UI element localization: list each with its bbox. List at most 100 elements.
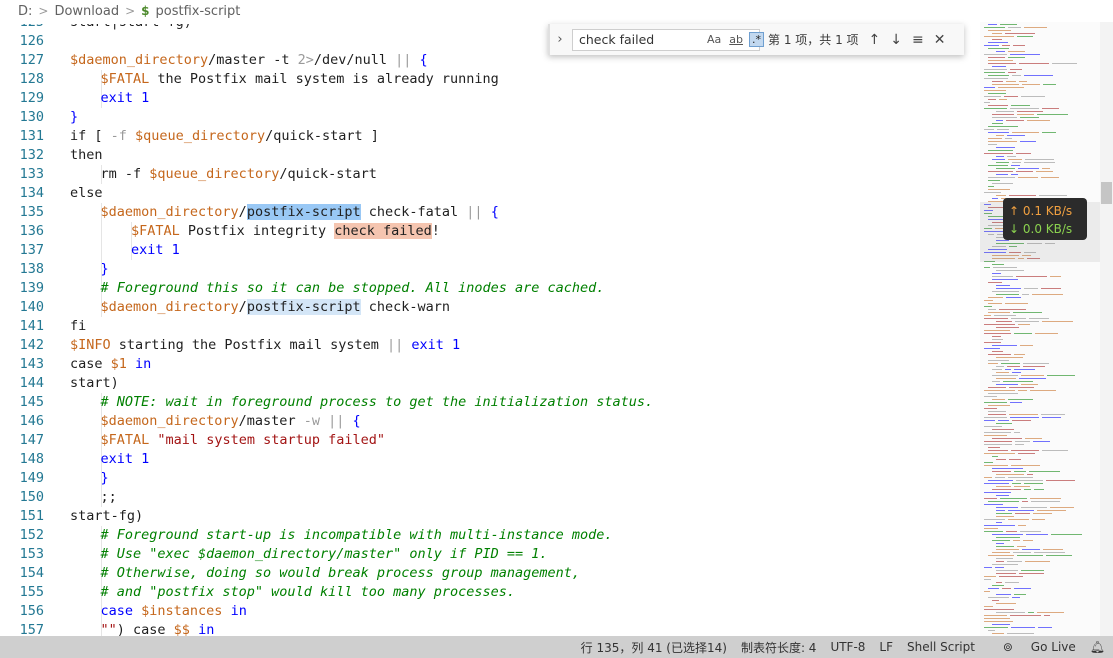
minimap-line bbox=[1015, 513, 1030, 514]
line-code: # NOTE: wait in foreground process to ge… bbox=[101, 393, 654, 412]
line-number: 146 bbox=[19, 413, 44, 429]
file-encoding[interactable]: UTF-8 bbox=[830, 640, 865, 654]
code-line[interactable]: 131 if [ -f $queue_directory/quick-start … bbox=[0, 127, 980, 146]
minimap-line bbox=[1012, 372, 1021, 373]
minimap-line bbox=[992, 183, 1013, 184]
language-mode[interactable]: Shell Script bbox=[907, 640, 975, 654]
minimap-line bbox=[1016, 276, 1047, 277]
code-editor[interactable]: 125 start|start-fg) 126 127 $daemon_director… bbox=[0, 24, 980, 636]
minimap-line bbox=[1029, 318, 1049, 319]
minimap-line bbox=[1012, 420, 1031, 421]
code-token: exit bbox=[411, 337, 444, 353]
chevron-right-icon: > bbox=[38, 4, 49, 18]
minimap-line bbox=[1019, 573, 1044, 574]
minimap-line bbox=[1006, 531, 1017, 532]
code-line[interactable]: 140 $daemon_directory/postfix-script chec… bbox=[0, 298, 980, 317]
code-line[interactable]: 149} bbox=[0, 469, 980, 488]
code-line[interactable]: 137 exit 1 bbox=[0, 241, 980, 260]
minimap-line bbox=[996, 111, 1014, 112]
minimap-line bbox=[998, 420, 1009, 421]
minimap-line bbox=[1028, 612, 1034, 613]
code-line[interactable]: 136 $FATAL Postfix integrity check failed… bbox=[0, 222, 980, 241]
breadcrumb-drive[interactable]: D: bbox=[18, 4, 32, 19]
code-line[interactable]: 145 # NOTE: wait in foreground process to… bbox=[0, 393, 980, 412]
minimap-line bbox=[1022, 84, 1040, 85]
breadcrumb-file[interactable]: postfix-script bbox=[156, 4, 241, 19]
code-line[interactable]: 144 start) bbox=[0, 374, 980, 393]
code-line[interactable]: 142 $INFO starting the Postfix mail syste… bbox=[0, 336, 980, 355]
go-live-button[interactable]: ⊚ Go Live bbox=[989, 640, 1076, 654]
shell-file-icon: $ bbox=[141, 4, 150, 18]
code-line[interactable]: 155 # and "postfix stop" would kill too m… bbox=[0, 583, 980, 602]
minimap-line bbox=[992, 369, 1002, 370]
code-line[interactable]: 133 rm -f $queue_directory/quick-start bbox=[0, 165, 980, 184]
minimap-line bbox=[996, 366, 1004, 367]
minimap-line bbox=[996, 486, 1011, 487]
code-line[interactable]: 135 $daemon_directory/postfix-script chec… bbox=[0, 203, 980, 222]
code-line[interactable]: 128 $FATAL the Postfix mail system is alr… bbox=[0, 70, 980, 89]
minimap-line bbox=[992, 123, 1003, 124]
minimap-line bbox=[1014, 486, 1030, 487]
close-find-button[interactable]: ✕ bbox=[934, 32, 946, 48]
minimap-line bbox=[1042, 168, 1050, 169]
code-line[interactable]: 148 exit 1 bbox=[0, 450, 980, 469]
code-line[interactable]: 130} bbox=[0, 108, 980, 127]
use-regex-button[interactable]: .* bbox=[749, 32, 764, 47]
minimap-line bbox=[1033, 441, 1050, 442]
code-line[interactable]: 138} bbox=[0, 260, 980, 279]
code-line[interactable]: 146 $daemon_directory/master -w || { bbox=[0, 412, 980, 431]
cursor-position[interactable]: 行 135，列 41 (已选择14) bbox=[581, 639, 727, 656]
minimap[interactable] bbox=[980, 22, 1100, 636]
match-whole-word-button[interactable]: ab bbox=[727, 33, 745, 46]
minimap-line bbox=[988, 588, 999, 589]
match-case-button[interactable]: Aa bbox=[705, 33, 723, 46]
end-of-line[interactable]: LF bbox=[879, 640, 893, 654]
code-line[interactable]: 153 # Use "exec $daemon_directory/master"… bbox=[0, 545, 980, 564]
code-line[interactable]: 141 fi bbox=[0, 317, 980, 336]
minimap-line bbox=[984, 609, 1014, 610]
tab-size[interactable]: 制表符长度: 4 bbox=[741, 639, 817, 656]
code-line[interactable]: 157 "") case $$ in bbox=[0, 621, 980, 636]
minimap-line bbox=[1010, 54, 1040, 55]
code-line[interactable]: 150;; bbox=[0, 488, 980, 507]
code-line[interactable]: 134 else bbox=[0, 184, 980, 203]
code-line[interactable]: 151 start-fg) bbox=[0, 507, 980, 526]
code-token: start|start-fg) bbox=[70, 24, 192, 30]
code-line[interactable]: 139 # Foreground this so it can be stoppe… bbox=[0, 279, 980, 298]
minimap-line bbox=[984, 102, 990, 103]
find-input[interactable] bbox=[577, 31, 701, 48]
code-line[interactable]: 154 # Otherwise, doing so would break pro… bbox=[0, 564, 980, 583]
next-match-button[interactable]: ↓ bbox=[890, 32, 902, 48]
find-in-selection-button[interactable]: ≡ bbox=[912, 32, 924, 48]
code-token: ;; bbox=[100, 489, 117, 505]
minimap-line bbox=[984, 390, 1015, 391]
code-line[interactable]: 147 $FATAL "mail system startup failed" bbox=[0, 431, 980, 450]
minimap-line bbox=[1050, 276, 1061, 277]
code-token: check-warn bbox=[360, 299, 451, 315]
minimap-line bbox=[984, 348, 1000, 349]
minimap-line bbox=[988, 186, 994, 187]
minimap-line bbox=[1046, 555, 1072, 556]
code-line[interactable]: 152 # Foreground start-up is incompatible… bbox=[0, 526, 980, 545]
minimap-line bbox=[992, 429, 1014, 430]
breadcrumb-folder[interactable]: Download bbox=[54, 4, 119, 19]
code-line[interactable]: 129 exit 1 bbox=[0, 89, 980, 108]
previous-match-button[interactable]: ↑ bbox=[869, 32, 881, 48]
minimap-line bbox=[1005, 369, 1011, 370]
toggle-replace-chevron-icon[interactable]: › bbox=[550, 32, 570, 47]
notifications-bell-icon[interactable]: 🔔︎ bbox=[1090, 640, 1105, 654]
minimap-line bbox=[1011, 165, 1020, 166]
code-token: # Foreground start-up is incompatible wi… bbox=[100, 527, 613, 543]
minimap-line bbox=[996, 135, 1004, 136]
code-token: || bbox=[395, 52, 412, 68]
vertical-scrollbar[interactable] bbox=[1100, 22, 1113, 636]
upload-speed: ↑ 0.1 KB/s bbox=[1009, 204, 1073, 218]
code-line[interactable]: 132 then bbox=[0, 146, 980, 165]
scrollbar-thumb[interactable] bbox=[1101, 182, 1112, 204]
code-token: 1 bbox=[141, 451, 150, 467]
code-line[interactable]: 143 case $1 in bbox=[0, 355, 980, 374]
minimap-line bbox=[1018, 525, 1026, 526]
code-line[interactable]: 156 case $instances in bbox=[0, 602, 980, 621]
